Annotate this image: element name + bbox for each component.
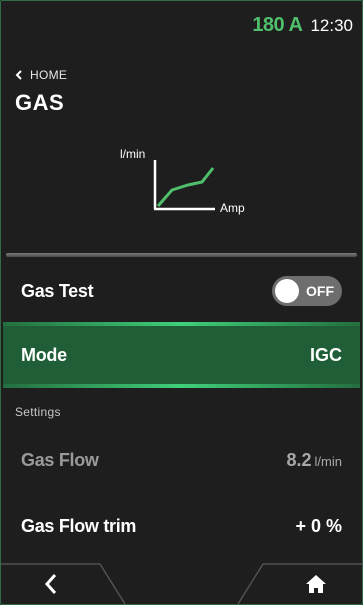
clock: 12:30 (310, 16, 353, 35)
gas-flow-trim-label: Gas Flow trim (21, 515, 137, 536)
gas-flow-value: 8.2 l/min (287, 450, 342, 471)
current-readout: 180 A (252, 14, 303, 36)
mode-value: IGC (309, 344, 342, 365)
status-bar: 180 A 12:30 (252, 14, 353, 37)
mode-row[interactable]: Mode IGC (3, 322, 360, 388)
graph-y-label: l/min (120, 147, 145, 161)
graph-x-label: Amp (220, 201, 245, 215)
gas-flow-unit: l/min (314, 453, 342, 469)
home-button[interactable] (243, 563, 363, 605)
gas-curve-graph: l/min Amp (120, 147, 245, 215)
back-button[interactable] (0, 563, 120, 605)
home-breadcrumb[interactable]: HOME (15, 68, 67, 82)
page-title: GAS (15, 90, 65, 115)
gas-flow-number: 8.2 (286, 449, 312, 470)
gas-flow-row[interactable]: Gas Flow 8.2 l/min (3, 428, 360, 492)
gas-test-toggle[interactable]: OFF (272, 276, 342, 306)
gas-flow-trim-value: + 0 % (295, 515, 342, 536)
toggle-state: OFF (306, 283, 334, 299)
gas-flow-trim-row[interactable]: Gas Flow trim + 0 % (3, 494, 360, 558)
section-divider (6, 253, 357, 257)
settings-section-label: Settings (15, 405, 61, 419)
gas-flow-label: Gas Flow (21, 449, 99, 470)
breadcrumb-label: HOME (30, 68, 68, 82)
gas-test-label: Gas Test (21, 280, 94, 301)
toggle-knob (275, 279, 299, 303)
gas-test-row: Gas Test OFF (3, 259, 360, 323)
graph-curve (156, 167, 215, 207)
mode-label: Mode (21, 344, 67, 365)
chevron-left-icon (15, 70, 22, 80)
